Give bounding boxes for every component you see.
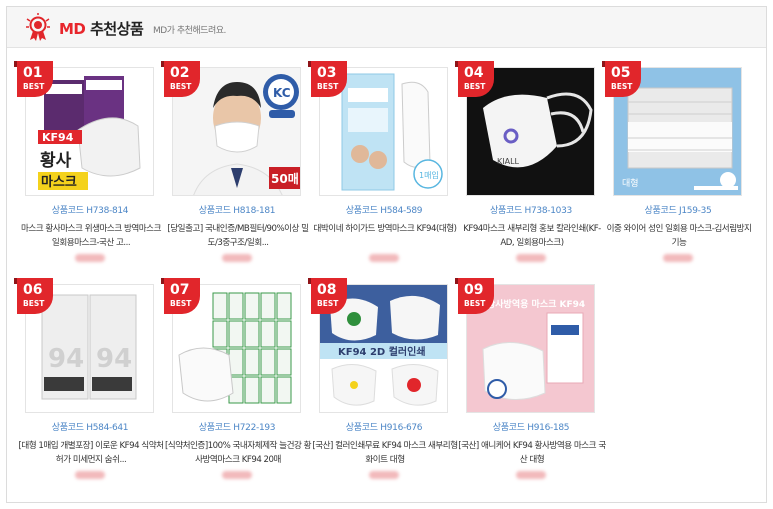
- product-card-6[interactable]: 94 94 06 BEST 상품코드 H584-641 [대형 1매입 개별포장]…: [14, 278, 164, 489]
- product-name[interactable]: [국산] 컬러인쇄무료 KF94 마스크 새부리형 화이트 대형: [311, 439, 459, 467]
- price-blurred: [663, 254, 693, 262]
- product-name[interactable]: [당일출고] 국내인증/MB필터/90%이상 밀도/3중구조/일회...: [164, 222, 312, 250]
- product-card-3[interactable]: 1매입 03 BEST 상품코드 H584-589 대박이네 하이가드 방역마스크…: [308, 61, 457, 272]
- product-card-4[interactable]: KIALL 04 BEST 상품코드 H738-1033 KF94마스크 새부리형…: [455, 61, 601, 272]
- product-code: 상품코드 H584-589: [345, 206, 423, 216]
- product-code: 상품코드 J159-35: [644, 206, 712, 216]
- product-code: 상품코드 H584-641: [51, 423, 129, 433]
- rank-badge: 02 BEST: [161, 61, 200, 97]
- panel-title: MD 추천상품: [59, 18, 144, 39]
- product-card-2[interactable]: KC 50매 02 BEST 상품코드 H818-181 [당일출고] 국내인증/…: [161, 61, 309, 272]
- md-recommend-panel: MD 추천상품 MD가 추천해드려요. KF94 황사 마스크 01 BEST 상…: [6, 6, 767, 503]
- price-blurred: [369, 471, 399, 479]
- svg-text:대형: 대형: [622, 178, 639, 189]
- panel-header: MD 추천상품 MD가 추천해드려요.: [7, 7, 766, 48]
- product-card-8[interactable]: KF94 2D 컬러인쇄 08 BEST 상품코드 H916-676 [국산] 컬…: [308, 278, 458, 489]
- svg-text:마스크: 마스크: [41, 174, 77, 190]
- rank-badge: 09 BEST: [455, 278, 494, 314]
- panel-subtitle: MD가 추천해드려요.: [153, 26, 226, 36]
- svg-text:KIALL: KIALL: [497, 157, 520, 166]
- product-name[interactable]: 대박이네 하이가드 방역마스크 KF94(대형): [311, 222, 459, 250]
- price-blurred: [75, 254, 105, 262]
- product-code: 상품코드 H738-814: [51, 206, 129, 216]
- product-code: 상품코드 H818-181: [198, 206, 276, 216]
- product-name[interactable]: 이중 와이어 성인 일회용 마스크-김서림방지기능: [605, 222, 753, 250]
- price-blurred: [516, 254, 546, 262]
- price-blurred: [516, 471, 546, 479]
- price-blurred: [222, 471, 252, 479]
- price-blurred: [222, 254, 252, 262]
- product-name[interactable]: 마스크 황사마스크 위생마스크 방역마스크 일회용마스크-국산 고...: [17, 222, 165, 250]
- svg-text:황사방역용 마스크 KF94: 황사방역용 마스크 KF94: [487, 298, 585, 310]
- svg-text:94: 94: [96, 344, 132, 374]
- price-blurred: [369, 254, 399, 262]
- medal-icon: [26, 13, 50, 41]
- svg-text:1매입: 1매입: [419, 171, 439, 180]
- product-code: 상품코드 H738-1033: [490, 206, 572, 216]
- product-code: 상품코드 H916-676: [345, 423, 423, 433]
- product-name[interactable]: [국산] 애니케어 KF94 황사방역용 마스크 국산 대형: [458, 439, 606, 467]
- price-blurred: [75, 471, 105, 479]
- svg-text:50매: 50매: [271, 171, 299, 186]
- svg-text:94: 94: [48, 344, 84, 374]
- product-name[interactable]: [식약처인증]100% 국내자체제작 늘건강 황사방역마스크 KF94 20매: [164, 439, 312, 467]
- rank-badge: 05 BEST: [602, 61, 641, 97]
- svg-text:황사: 황사: [40, 151, 72, 171]
- title-md: MD: [59, 20, 86, 38]
- product-code: 상품코드 H722-193: [198, 423, 276, 433]
- rank-badge: 07 BEST: [161, 278, 200, 314]
- product-name[interactable]: [대형 1매입 개별포장] 이로운 KF94 식약처허가 미세먼지 숨쉬...: [17, 439, 165, 467]
- title-rest: 추천상품: [90, 20, 144, 38]
- rank-badge: 04 BEST: [455, 61, 494, 97]
- rank-badge: 01 BEST: [14, 61, 53, 97]
- product-code: 상품코드 H916-185: [492, 423, 570, 433]
- svg-text:KF94: KF94: [42, 131, 74, 144]
- svg-text:KF94 2D 컬러인쇄: KF94 2D 컬러인쇄: [338, 345, 426, 358]
- svg-text:KC: KC: [273, 86, 291, 100]
- product-card-7[interactable]: 07 BEST 상품코드 H722-193 [식약처인증]100% 국내자체제작 …: [161, 278, 312, 489]
- product-card-1[interactable]: KF94 황사 마스크 01 BEST 상품코드 H738-814 마스크 황사마…: [14, 61, 162, 272]
- product-name[interactable]: KF94마스크 새부리형 홍보 칼라인쇄(KF-AD, 일회용마스크): [458, 222, 606, 250]
- product-card-9[interactable]: 황사방역용 마스크 KF94 09 BEST 상품코드 H916-185 [국산]…: [455, 278, 606, 489]
- product-card-5[interactable]: 대형 05 BEST 상품코드 J159-35 이중 와이어 성인 일회용 마스크…: [602, 61, 752, 272]
- rank-badge: 03 BEST: [308, 61, 347, 97]
- rank-badge: 08 BEST: [308, 278, 347, 314]
- rank-badge: 06 BEST: [14, 278, 53, 314]
